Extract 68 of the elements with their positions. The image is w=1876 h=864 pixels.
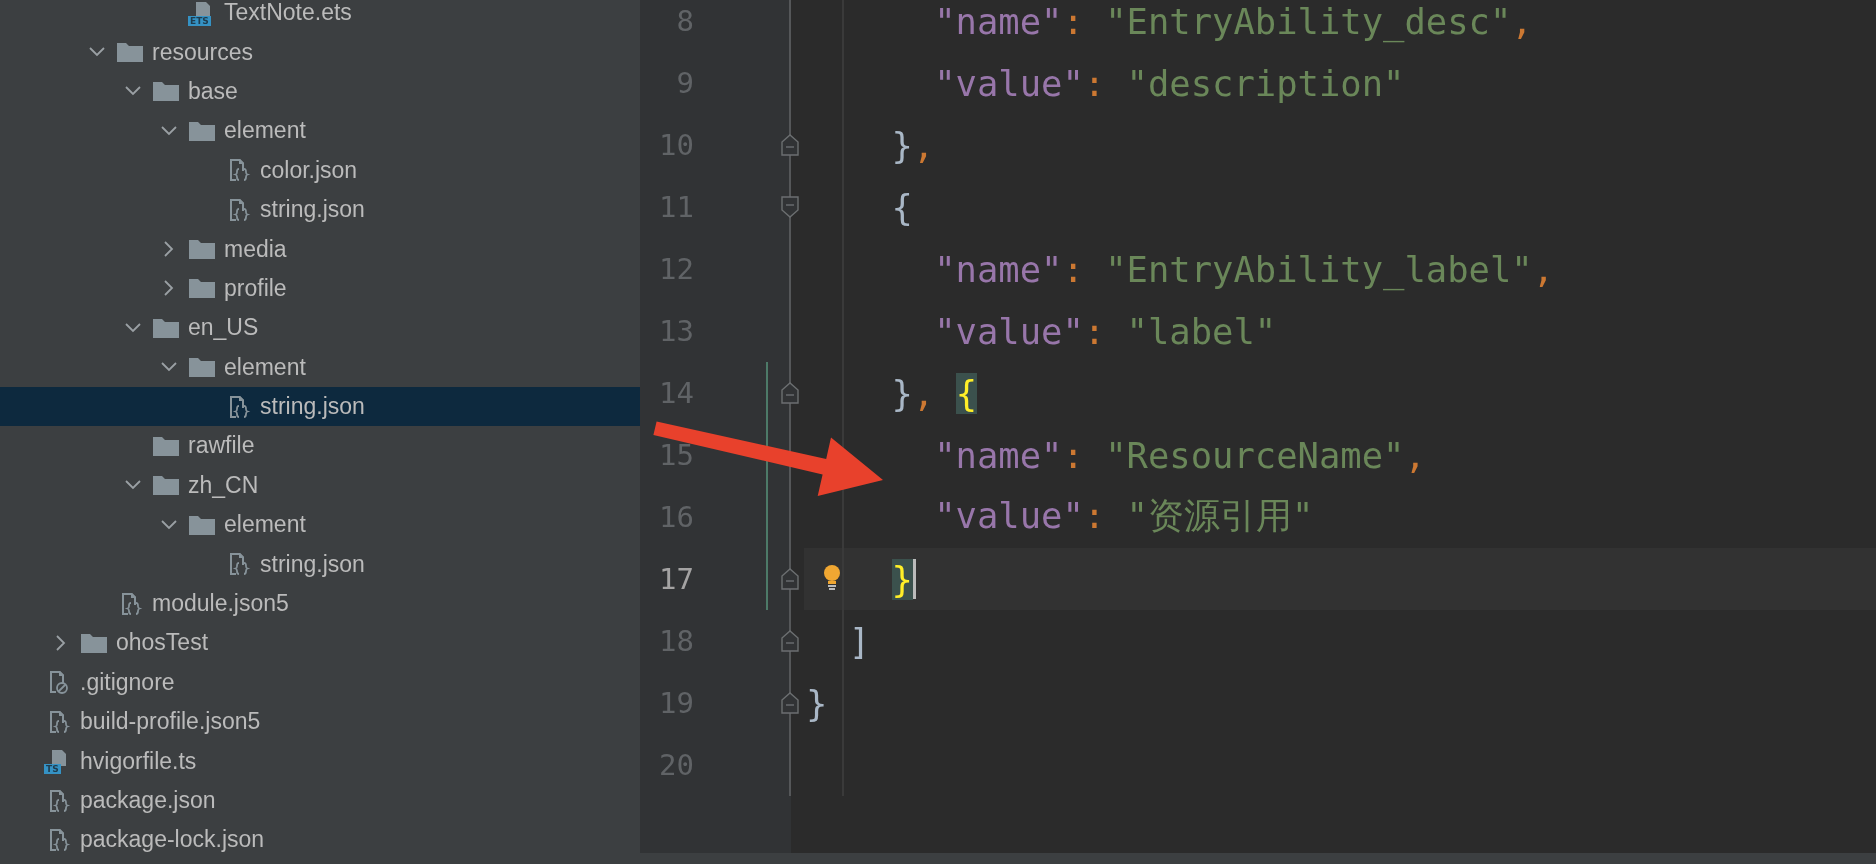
- lightbulb-icon[interactable]: [822, 564, 842, 592]
- folder-name: element: [224, 511, 306, 539]
- tree-row[interactable]: package-lock.json: [0, 820, 640, 860]
- tree-row[interactable]: profile: [0, 268, 640, 309]
- file-name: color.json: [260, 156, 358, 184]
- code-line: },: [890, 124, 935, 166]
- folder-name: ohosTest: [116, 629, 209, 657]
- file-name: package-lock.json: [80, 826, 265, 854]
- line-number: 17: [658, 562, 695, 596]
- file-name: string.json: [260, 196, 365, 224]
- folder-name: base: [188, 77, 238, 105]
- code-line: "value": "description": [933, 62, 1405, 104]
- file-name: .gitignore: [80, 668, 175, 696]
- folder-icon: [152, 316, 180, 339]
- folder-icon: [116, 41, 144, 64]
- tree-row[interactable]: TS hvigorfile.ts: [0, 741, 640, 781]
- folder-name: media: [224, 235, 287, 263]
- file-name: string.json: [260, 550, 365, 578]
- tree-row[interactable]: element: [0, 347, 640, 387]
- folder-icon: [152, 80, 180, 103]
- folder-name: en_US: [188, 314, 259, 342]
- code-line: }: [806, 682, 828, 724]
- tree-row[interactable]: ETS TextNote.ets: [0, 0, 640, 33]
- tree-row[interactable]: media: [0, 229, 640, 269]
- file-name: package.json: [80, 787, 216, 814]
- code-line: ]: [847, 620, 871, 662]
- code-line: "name": "EntryAbility_label",: [933, 248, 1555, 290]
- tree-row[interactable]: package.json: [0, 780, 640, 821]
- folder-icon: [152, 474, 180, 497]
- folder-icon: [188, 356, 216, 379]
- code-line: {: [890, 186, 913, 228]
- tree-row[interactable]: rawfile: [0, 426, 640, 466]
- folder-name: profile: [224, 274, 287, 302]
- file-name: build-profile.json5: [80, 708, 261, 736]
- folder-name: element: [224, 353, 306, 381]
- tree-row[interactable]: build-profile.json5: [0, 702, 640, 742]
- folder-name: resources: [152, 38, 253, 66]
- folder-icon: [188, 277, 216, 300]
- tree-row[interactable]: module.json5: [0, 583, 640, 624]
- tree-row[interactable]: .gitignore: [0, 662, 640, 703]
- file-name: string.json: [260, 393, 365, 421]
- folder-icon: [188, 238, 216, 261]
- folder-name: element: [224, 117, 306, 145]
- tree-row[interactable]: string.json: [0, 386, 640, 427]
- file-name: hvigorfile.ts: [80, 747, 197, 775]
- folder-icon: [152, 435, 180, 457]
- folder-icon: [188, 513, 216, 536]
- tree-row[interactable]: string.json: [0, 189, 640, 230]
- code-line: "value": "资源引用": [933, 494, 1314, 538]
- code-line: }, {: [890, 372, 977, 414]
- folder-icon: [80, 631, 108, 654]
- tree-row[interactable]: element: [0, 111, 640, 151]
- tree-row[interactable]: color.json: [0, 150, 640, 190]
- tree-row[interactable]: en_US: [0, 308, 640, 348]
- folder-name: zh_CN: [188, 471, 259, 499]
- tree-row[interactable]: base: [0, 71, 640, 112]
- file-name: TextNote.ets: [224, 0, 352, 27]
- code-line: "value": "label": [933, 310, 1277, 352]
- folder-name: rawfile: [188, 432, 255, 460]
- tree-row[interactable]: resources: [0, 32, 640, 72]
- code-line: "name": "ResourceName",: [933, 434, 1426, 476]
- file-name: module.json5: [152, 590, 289, 618]
- tree-row[interactable]: string.json: [0, 544, 640, 584]
- tree-row[interactable]: zh_CN: [0, 465, 640, 506]
- tree-row[interactable]: ohosTest: [0, 623, 640, 663]
- folder-icon: [188, 119, 216, 142]
- tree-row[interactable]: element: [0, 505, 640, 545]
- code-line: "name": "EntryAbility_desc",: [933, 0, 1533, 42]
